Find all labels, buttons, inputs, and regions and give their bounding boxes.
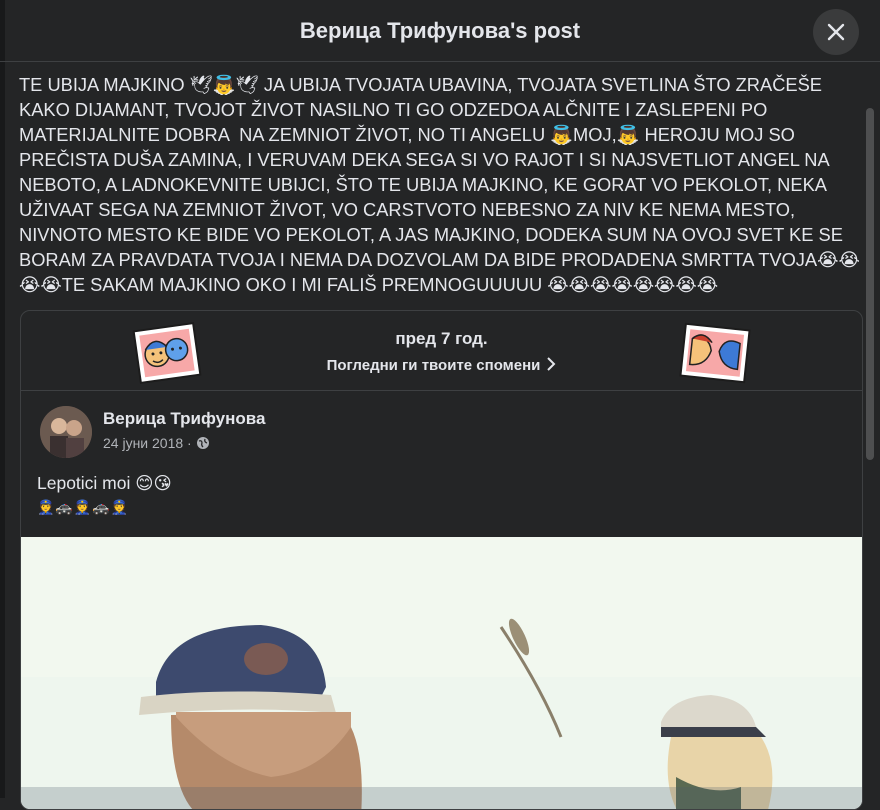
scrollbar-thumb[interactable] [866,108,874,460]
dialog-header: Верица Трифунова's post [0,0,880,62]
memories-sticker-icon [679,322,751,384]
memory-banner: пред 7 год. Погледни ги твоите спомени [21,311,862,391]
close-button[interactable] [813,9,859,55]
avatar-photo [40,406,92,458]
author-name[interactable]: Верица Трифунова [103,409,265,429]
view-memories-label: Погледни ги твоите спомени [326,357,541,374]
author-avatar[interactable] [40,406,92,458]
post-meta: 24 јуни 2018 · [103,435,210,451]
window-edge [0,0,5,798]
dialog-title: Верица Трифунова's post [299,17,581,43]
close-icon [827,23,845,41]
post-caption: Lepotici moi 😊😘 [37,473,172,493]
globe-icon [196,437,209,449]
memory-card: пред 7 год. Погледни ги твоите спомени В… [20,310,863,810]
photo-image [21,537,862,809]
chevron-right-icon [547,357,556,371]
post-photo[interactable] [21,537,862,809]
post-caption-emoji: 👮🚓👮🚓👮 [37,499,130,515]
post-body-text: TE UBIJA MAJKINO 🕊👼🕊 JA UBIJA TVOJATA UB… [19,74,860,295]
post-date[interactable]: 24 јуни 2018 · [103,435,192,451]
